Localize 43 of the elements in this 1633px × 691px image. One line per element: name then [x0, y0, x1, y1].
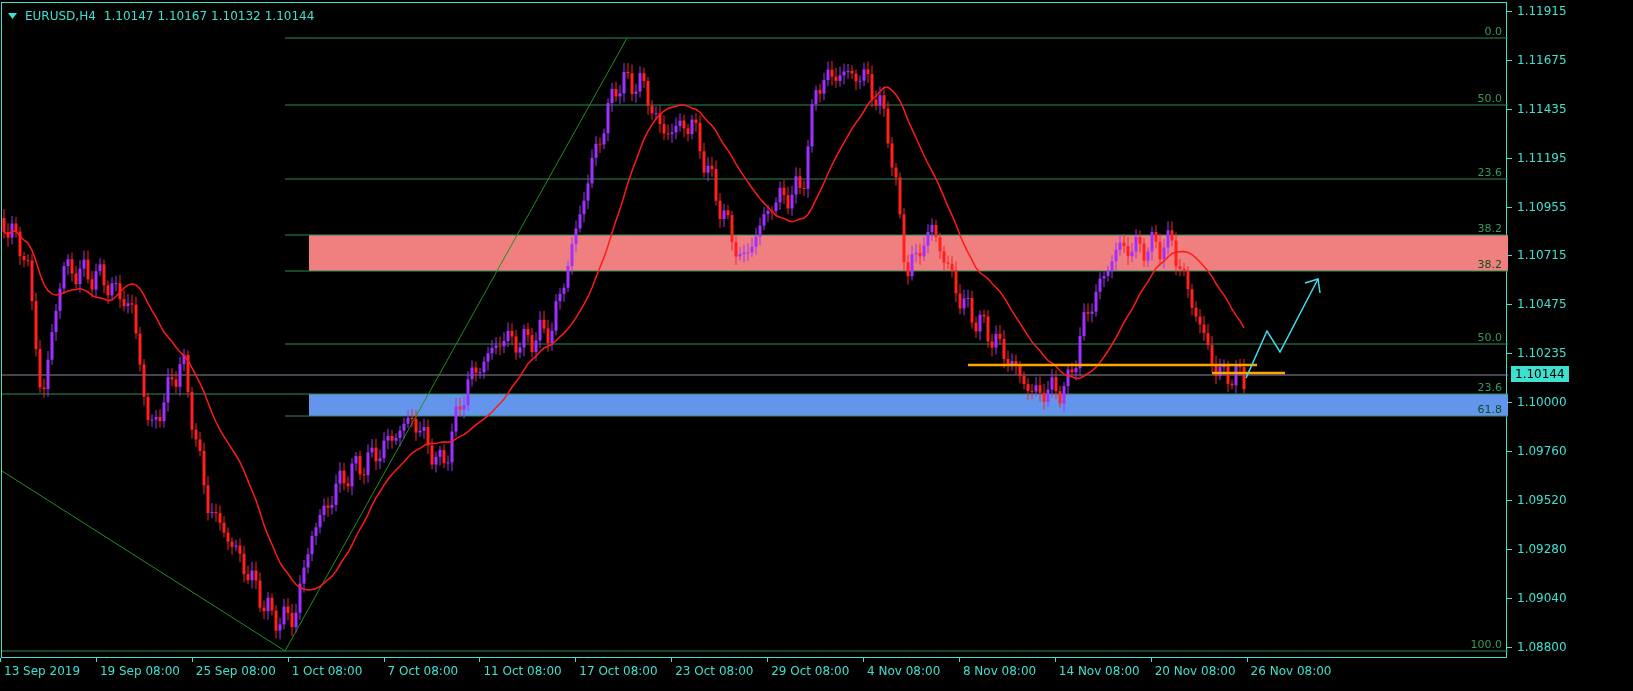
price-axis-label: 1.11675: [1507, 51, 1633, 68]
time-axis-label: 23 Oct 08:00: [671, 658, 768, 679]
ohlc-price: 1.10147: [103, 8, 154, 25]
fib-level-label: 38.2: [1477, 222, 1502, 235]
price-axis-label: 1.11195: [1507, 149, 1633, 166]
time-axis-label: 14 Nov 08:00: [1054, 658, 1151, 679]
time-axis-label: 1 Oct 08:00: [287, 658, 384, 679]
price-axis-label: 1.09040: [1507, 589, 1633, 606]
time-axis-label: 13 Sep 2019: [0, 658, 96, 679]
price-axis-label: 1.09280: [1507, 540, 1633, 557]
fib-level-label: 23.6: [1477, 166, 1502, 179]
current-price-badge: 1.10144: [1511, 366, 1569, 382]
time-axis-label: 17 Oct 08:00: [575, 658, 672, 679]
price-axis-label: 1.10715: [1507, 247, 1633, 264]
time-axis-label: 26 Nov 08:00: [1246, 658, 1343, 679]
time-axis-label: 4 Nov 08:00: [863, 658, 959, 679]
fib-level-label: 23.6: [1477, 381, 1502, 394]
price-axis-label: 1.09760: [1507, 443, 1633, 459]
time-axis-label: 20 Nov 08:00: [1150, 658, 1247, 679]
time-axis-label: 11 Oct 08:00: [479, 658, 576, 679]
time-axis-label: 8 Nov 08:00: [958, 658, 1055, 679]
fib-level-label: 50.0: [1477, 331, 1502, 344]
ohlc-price: 1.10132: [211, 8, 261, 25]
price-axis-label: 1.11435: [1507, 100, 1633, 117]
price-axis-label: 1.10955: [1507, 198, 1633, 215]
fib-level-label: 61.8: [1477, 403, 1502, 416]
time-axis-label: 29 Oct 08:00: [767, 658, 863, 679]
time-axis-label: 19 Sep 08:00: [95, 658, 192, 679]
ohlc-price: 1.10167: [157, 8, 208, 25]
price-axis-label: 1.09520: [1507, 491, 1633, 508]
fib-level-label: 38.2: [1477, 258, 1502, 271]
ohlc-price: 1.10144: [264, 8, 315, 25]
price-axis-label: 1.10475: [1507, 296, 1633, 313]
fib-level-label: 0.0: [1484, 25, 1502, 38]
fib-level-label: 100.0: [1470, 638, 1502, 651]
time-axis-label: 7 Oct 08:00: [383, 658, 480, 679]
chart-symbol: EURUSD,H4: [25, 8, 96, 25]
price-axis-label: 1.10235: [1507, 345, 1633, 362]
price-axis-label: 1.10000: [1507, 394, 1633, 411]
time-axis-label: 25 Sep 08:00: [191, 658, 288, 679]
price-axis-label: 1.08800: [1507, 638, 1633, 655]
price-axis-label: 1.11915: [1507, 3, 1633, 19]
fib-level-label: 50.0: [1477, 92, 1502, 105]
